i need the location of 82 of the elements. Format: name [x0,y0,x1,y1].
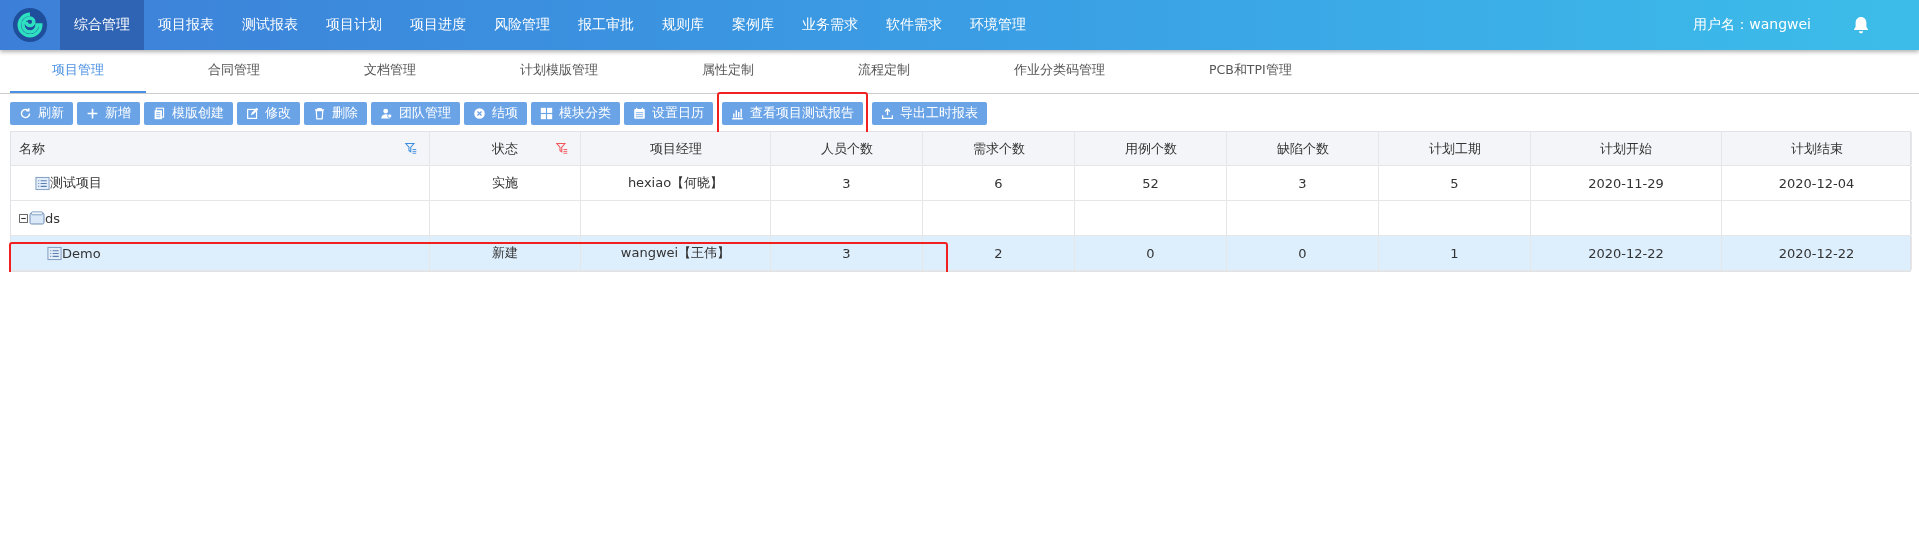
table-cell: 2020-11-29 [1588,175,1664,191]
column-header[interactable]: 用例个数 [1124,139,1177,158]
nav-item[interactable]: 案例库 [718,0,788,50]
column-header[interactable]: 名称 [19,139,45,158]
column-header[interactable]: 状态 [492,139,518,158]
toolbar-button[interactable]: 修改 [237,102,300,125]
user-icon [380,107,393,120]
tab[interactable]: 项目管理 [10,50,146,93]
collapse-icon[interactable] [19,213,28,223]
table-cell: 0 [1298,245,1307,261]
nav-item[interactable]: 业务需求 [788,0,872,50]
username-label: 用户名：wangwei [1693,16,1811,34]
nav-item[interactable]: 测试报表 [228,0,312,50]
column-header[interactable]: 人员个数 [820,139,873,158]
nav-item[interactable]: 综合管理 [60,0,144,50]
table-cell: wangwei【王伟】 [620,244,731,262]
table-cell: 实施 [492,174,518,192]
nav-item[interactable]: 风险管理 [480,0,564,50]
toolbar-button[interactable]: 模块分类 [531,102,620,125]
table-cell: 52 [1142,175,1159,191]
toolbar-button[interactable]: 刷新 [10,102,73,125]
filter-icon[interactable] [405,142,417,154]
nav-item[interactable]: 软件需求 [872,0,956,50]
logo-icon [12,7,48,43]
bell-icon[interactable] [1851,15,1871,35]
toolbar-button[interactable]: 团队管理 [371,102,460,125]
nav-item[interactable]: 项目计划 [312,0,396,50]
plus-icon [86,107,99,120]
tab[interactable]: PCB和TPI管理 [1167,50,1334,93]
column-header[interactable]: 需求个数 [972,139,1025,158]
list-icon [35,175,50,191]
nav-item[interactable]: 环境管理 [956,0,1040,50]
table-cell: 1 [1450,245,1459,261]
calendar-icon [633,107,646,120]
tab[interactable]: 作业分类码管理 [972,50,1147,93]
table-cell: 2020-12-22 [1778,245,1855,261]
edit-icon [246,107,259,120]
tree-item-label[interactable]: Demo [62,245,101,261]
tab[interactable]: 合同管理 [166,50,302,93]
column-header[interactable]: 项目经理 [649,139,702,158]
nav-item[interactable]: 报工审批 [564,0,648,50]
tree-item-label[interactable]: 测试项目 [50,174,102,192]
tab[interactable]: 流程定制 [816,50,952,93]
table-cell: 2 [994,245,1003,261]
copy-icon [153,107,166,120]
column-header[interactable]: 缺陷个数 [1276,139,1329,158]
tab[interactable]: 计划模版管理 [478,50,640,93]
table-cell: 3 [842,245,851,261]
list-icon [47,245,62,261]
column-header[interactable]: 计划开始 [1600,139,1652,158]
filter-icon[interactable] [556,142,568,154]
toolbar-button[interactable]: 结项 [464,102,527,125]
nav-item[interactable]: 项目进度 [396,0,480,50]
grid-icon [540,107,553,120]
toolbar-button[interactable]: 删除 [304,102,367,125]
tab[interactable]: 属性定制 [660,50,796,93]
refresh-icon [19,107,32,120]
tab[interactable]: 文档管理 [322,50,458,93]
toolbar-button[interactable]: 新增 [77,102,140,125]
table-cell: 5 [1450,175,1459,191]
table-cell: 0 [1146,245,1155,261]
close-circle-icon [473,107,486,120]
tree-item-label[interactable]: ds [45,210,61,226]
table-cell: hexiao【何晓】 [627,174,724,192]
nav-item[interactable]: 规则库 [648,0,718,50]
toolbar-button[interactable]: 模版创建 [144,102,233,125]
table-cell: 2020-12-04 [1778,175,1855,191]
folder-icon [29,210,45,226]
table-cell: 6 [994,175,1003,191]
column-header[interactable]: 计划结束 [1790,139,1843,158]
table-cell: 2020-12-22 [1588,245,1664,261]
table-cell: 新建 [492,244,518,262]
table-cell: 3 [1298,175,1307,191]
toolbar-button[interactable]: 导出工时报表 [872,102,987,125]
toolbar-button[interactable]: 查看项目测试报告 [722,101,863,125]
nav-item[interactable]: 项目报表 [144,0,228,50]
toolbar-button[interactable]: 设置日历 [624,102,713,125]
column-header[interactable]: 计划工期 [1428,139,1481,158]
trash-icon [313,107,326,120]
bar-chart-icon [731,106,744,120]
table-cell: 3 [842,175,851,191]
upload-icon [881,107,894,120]
